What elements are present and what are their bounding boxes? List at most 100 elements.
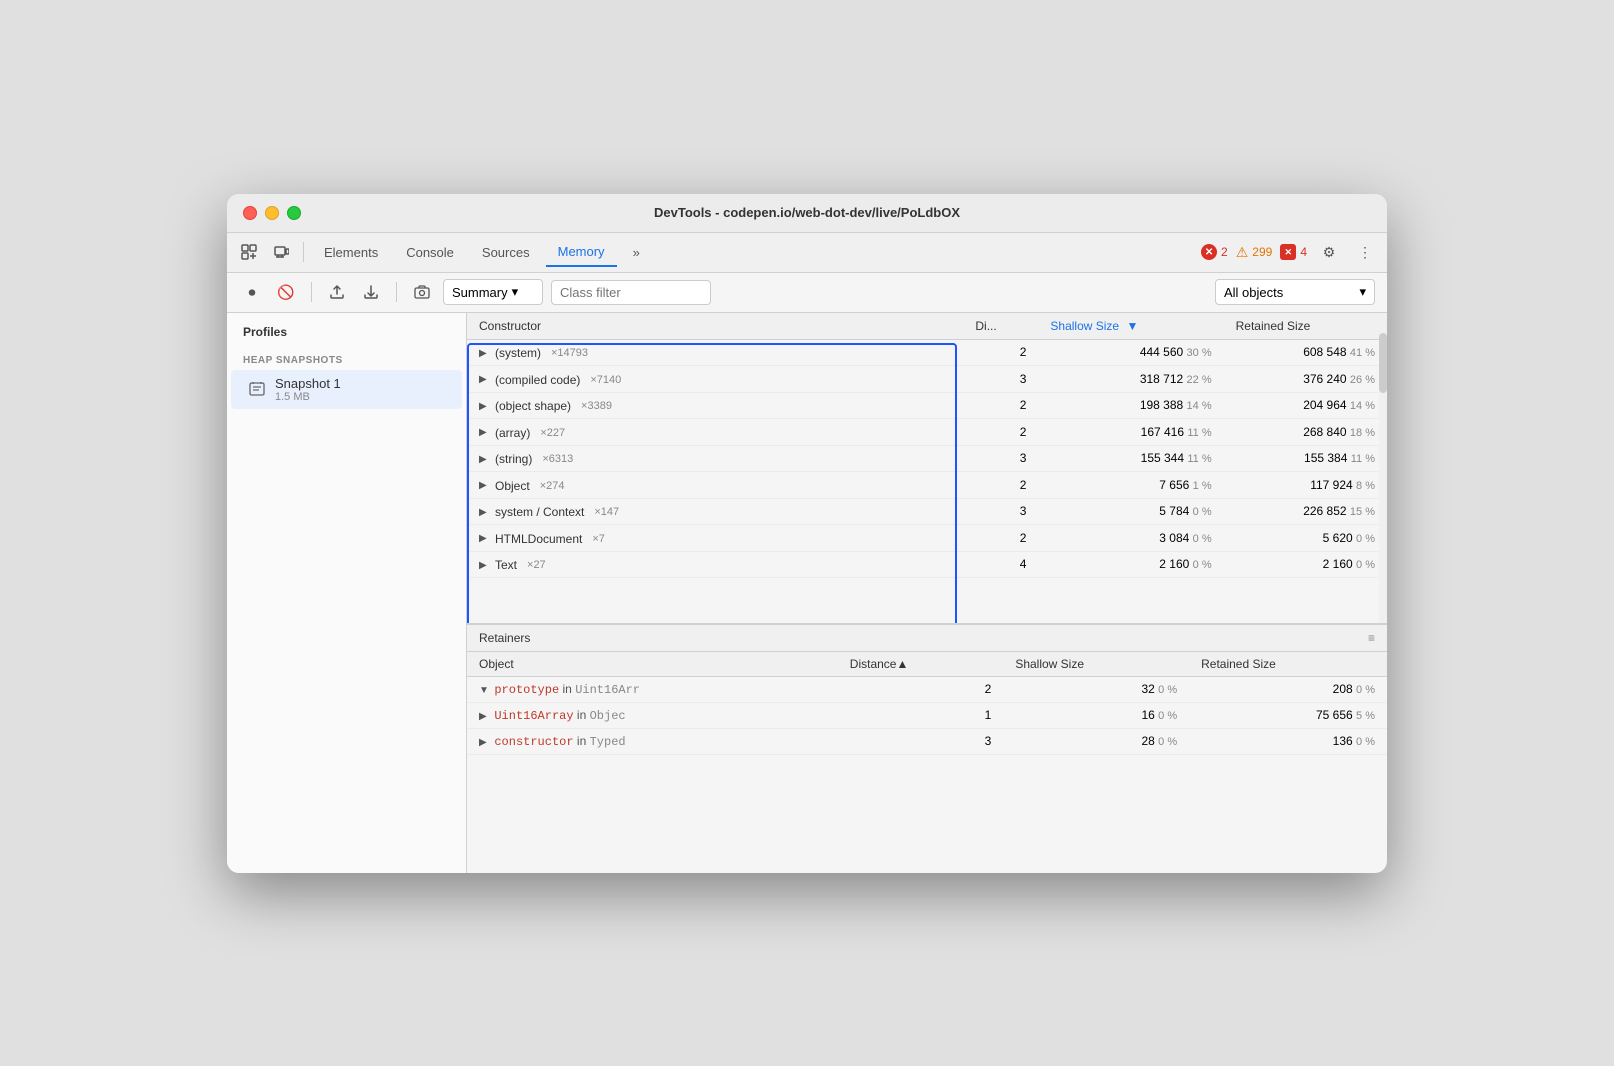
expand-arrow-icon[interactable]: ▶ bbox=[479, 560, 491, 571]
retainer-row[interactable]: ▼ prototype in Uint16Arr 2 32 0 % 208 0 … bbox=[467, 676, 1387, 702]
heap-table-row[interactable]: ▶ Text ×27 4 2 160 0 % 2 160 0 % bbox=[467, 551, 1387, 578]
all-objects-dropdown[interactable]: All objects ▾ bbox=[1215, 279, 1375, 305]
expand-arrow-icon[interactable]: ▶ bbox=[479, 427, 491, 438]
summary-dropdown[interactable]: Summary ▾ bbox=[443, 279, 543, 305]
shallow-size-cell: 318 712 22 % bbox=[1038, 366, 1223, 393]
settings-icon[interactable]: ⚙ bbox=[1315, 238, 1343, 266]
distance-cell: 3 bbox=[963, 366, 1038, 393]
constructor-cell: ▶ (system) ×14793 bbox=[467, 339, 963, 366]
maximize-button[interactable] bbox=[287, 206, 301, 220]
shallow-size-cell: 167 416 11 % bbox=[1038, 419, 1223, 446]
tab-elements[interactable]: Elements bbox=[312, 239, 390, 266]
retainer-row[interactable]: ▶ Uint16Array in Objec 1 16 0 % 75 656 5… bbox=[467, 702, 1387, 728]
col-retained-size: Retained Size bbox=[1224, 313, 1387, 340]
close-button[interactable] bbox=[243, 206, 257, 220]
toolbar: ⏺ 🚫 Summary ▾ bbox=[227, 273, 1387, 313]
distance-cell: 2 bbox=[963, 419, 1038, 446]
snapshot-icon bbox=[247, 379, 267, 399]
expand-arrow-icon[interactable]: ▶ bbox=[479, 374, 491, 385]
nav-right: ✕ 2 ⚠ 299 ✕ 4 ⚙ ⋮ bbox=[1201, 238, 1379, 266]
heap-table-row[interactable]: ▶ (compiled code) ×7140 3 318 712 22 % 3… bbox=[467, 366, 1387, 393]
expand-arrow-icon[interactable]: ▶ bbox=[479, 737, 491, 748]
expand-arrow-icon[interactable]: ▶ bbox=[479, 533, 491, 544]
retained-size-cell: 608 548 41 % bbox=[1224, 339, 1387, 366]
retainers-title: Retainers bbox=[479, 631, 530, 645]
download-button[interactable] bbox=[358, 279, 384, 305]
ret-col-retained: Retained Size bbox=[1189, 652, 1387, 677]
shallow-size-cell: 5 784 0 % bbox=[1038, 498, 1223, 525]
expand-arrow-icon[interactable]: ▶ bbox=[479, 480, 491, 491]
snapshot-button[interactable] bbox=[409, 279, 435, 305]
retained-size-cell: 5 620 0 % bbox=[1224, 525, 1387, 552]
retainer-shallow: 32 0 % bbox=[1003, 676, 1189, 702]
record-button[interactable]: ⏺ bbox=[239, 279, 265, 305]
retainer-context: Typed bbox=[590, 735, 626, 749]
constructor-cell: ▶ HTMLDocument ×7 bbox=[467, 525, 963, 552]
col-constructor: Constructor bbox=[467, 313, 963, 340]
retainer-row[interactable]: ▶ constructor in Typed 3 28 0 % 136 0 % bbox=[467, 728, 1387, 754]
constructor-cell: ▶ Object ×274 bbox=[467, 472, 963, 499]
scrollbar-track[interactable] bbox=[1379, 313, 1387, 623]
error-icon: ✕ bbox=[1201, 244, 1217, 260]
heap-table-row[interactable]: ▶ system / Context ×147 3 5 784 0 % 226 … bbox=[467, 498, 1387, 525]
inspect-icon[interactable] bbox=[235, 238, 263, 266]
shallow-size-cell: 198 388 14 % bbox=[1038, 392, 1223, 419]
more-icon[interactable]: ⋮ bbox=[1351, 238, 1379, 266]
expand-arrow-icon[interactable]: ▶ bbox=[479, 454, 491, 465]
constructor-cell: ▶ Text ×27 bbox=[467, 551, 963, 578]
ret-col-distance[interactable]: Distance▲ bbox=[838, 652, 1004, 677]
retained-size-cell: 226 852 15 % bbox=[1224, 498, 1387, 525]
devtools-nav: Elements Console Sources Memory » ✕ 2 ⚠ … bbox=[227, 233, 1387, 273]
nav-separator-1 bbox=[303, 242, 304, 262]
constructor-name: Text bbox=[495, 558, 517, 572]
heap-table-row[interactable]: ▶ (string) ×6313 3 155 344 11 % 155 384 … bbox=[467, 445, 1387, 472]
count-badge: ×3389 bbox=[581, 400, 612, 412]
snapshot-info: Snapshot 1 1.5 MB bbox=[275, 376, 341, 403]
heap-table-row[interactable]: ▶ (system) ×14793 2 444 560 30 % 608 548… bbox=[467, 339, 1387, 366]
device-icon[interactable] bbox=[267, 238, 295, 266]
tab-more[interactable]: » bbox=[621, 239, 652, 266]
heap-table-row[interactable]: ▶ (array) ×227 2 167 416 11 % 268 840 18… bbox=[467, 419, 1387, 446]
col-shallow-size[interactable]: Shallow Size ▼ bbox=[1038, 313, 1223, 340]
distance-cell: 3 bbox=[963, 498, 1038, 525]
distance-cell: 2 bbox=[963, 339, 1038, 366]
retained-size-cell: 376 240 26 % bbox=[1224, 366, 1387, 393]
tab-sources[interactable]: Sources bbox=[470, 239, 542, 266]
heap-table-row[interactable]: ▶ (object shape) ×3389 2 198 388 14 % 20… bbox=[467, 392, 1387, 419]
tab-memory[interactable]: Memory bbox=[546, 238, 617, 267]
snapshot-item[interactable]: Snapshot 1 1.5 MB bbox=[231, 370, 462, 409]
upload-button[interactable] bbox=[324, 279, 350, 305]
retainer-shallow: 28 0 % bbox=[1003, 728, 1189, 754]
retained-size-cell: 2 160 0 % bbox=[1224, 551, 1387, 578]
expand-arrow-icon[interactable]: ▶ bbox=[479, 401, 491, 412]
expand-arrow-icon[interactable]: ▶ bbox=[479, 711, 491, 722]
expand-arrow-icon[interactable]: ▼ bbox=[479, 685, 491, 696]
constructor-name: (compiled code) bbox=[495, 373, 580, 387]
minimize-button[interactable] bbox=[265, 206, 279, 220]
content-area: Constructor Di... Shallow Size ▼ Retaine… bbox=[467, 313, 1387, 873]
all-objects-label: All objects bbox=[1224, 285, 1283, 300]
sidebar: Profiles HEAP SNAPSHOTS Snapshot 1 1.5 M… bbox=[227, 313, 467, 873]
constructor-name: Object bbox=[495, 479, 530, 493]
constructor-name: (string) bbox=[495, 452, 532, 466]
heap-table-row[interactable]: ▶ HTMLDocument ×7 2 3 084 0 % 5 620 0 % bbox=[467, 525, 1387, 552]
summary-label: Summary bbox=[452, 285, 508, 300]
retainer-object-cell: ▼ prototype in Uint16Arr bbox=[467, 676, 838, 702]
heap-table-row[interactable]: ▶ Object ×274 2 7 656 1 % 117 924 8 % bbox=[467, 472, 1387, 499]
class-filter-input[interactable] bbox=[551, 280, 711, 305]
expand-arrow-icon[interactable]: ▶ bbox=[479, 507, 491, 518]
expand-arrow-icon[interactable]: ▶ bbox=[479, 348, 491, 359]
toolbar-sep-2 bbox=[396, 282, 397, 302]
count-badge: ×227 bbox=[540, 427, 565, 439]
retained-size-cell: 204 964 14 % bbox=[1224, 392, 1387, 419]
constructor-cell: ▶ (object shape) ×3389 bbox=[467, 392, 963, 419]
col-distance: Di... bbox=[963, 313, 1038, 340]
snapshot-size: 1.5 MB bbox=[275, 391, 341, 403]
constructor-cell: ▶ (array) ×227 bbox=[467, 419, 963, 446]
tab-console[interactable]: Console bbox=[394, 239, 466, 266]
scrollbar-thumb[interactable] bbox=[1379, 333, 1387, 393]
retainer-retained: 75 656 5 % bbox=[1189, 702, 1387, 728]
constructor-cell: ▶ (string) ×6313 bbox=[467, 445, 963, 472]
retained-size-cell: 155 384 11 % bbox=[1224, 445, 1387, 472]
stop-button[interactable]: 🚫 bbox=[273, 279, 299, 305]
